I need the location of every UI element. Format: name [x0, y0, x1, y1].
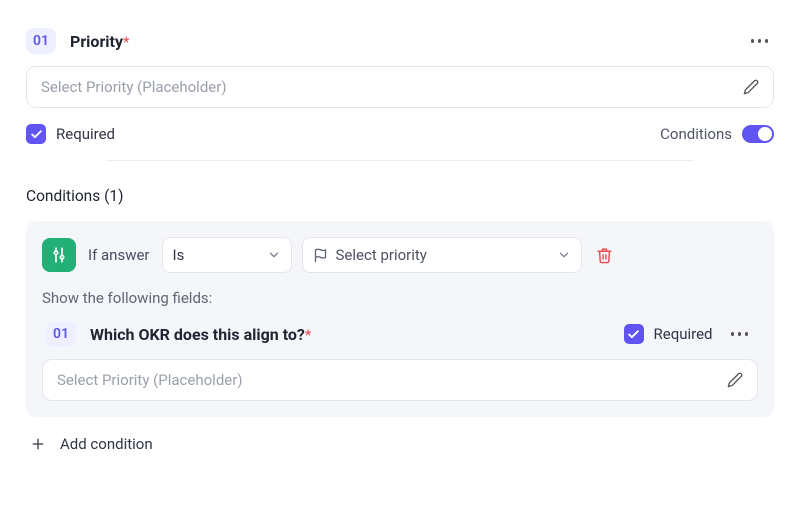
edit-icon[interactable]	[743, 79, 759, 95]
child-field-menu-button[interactable]	[725, 326, 755, 342]
divider	[106, 160, 694, 161]
child-field-title-text: Which OKR does this align to?	[90, 325, 305, 344]
chevron-down-icon	[267, 248, 281, 262]
child-priority-placeholder: Select Priority (Placeholder)	[57, 371, 243, 389]
add-condition-label: Add condition	[60, 435, 153, 453]
required-asterisk: *	[305, 326, 311, 344]
child-required-checkbox-row[interactable]: Required	[624, 324, 713, 344]
delete-condition-button[interactable]	[596, 247, 613, 264]
flag-icon	[313, 248, 328, 263]
condition-value-select[interactable]: Select priority	[302, 237, 582, 273]
edit-icon[interactable]	[727, 372, 743, 388]
priority-select-input[interactable]: Select Priority (Placeholder)	[26, 66, 774, 108]
operator-value: Is	[173, 246, 185, 264]
conditions-container: If answer Is Select priority	[26, 221, 774, 417]
add-condition-button[interactable]: Add condition	[26, 417, 774, 453]
conditions-toggle[interactable]	[742, 125, 774, 143]
operator-select[interactable]: Is	[162, 237, 292, 273]
child-required-checkbox[interactable]	[624, 324, 644, 344]
required-checkbox-row[interactable]: Required	[26, 124, 115, 144]
field-menu-button[interactable]	[745, 33, 775, 49]
chevron-down-icon	[557, 248, 571, 262]
child-field-number-badge: 01	[46, 321, 76, 347]
plus-icon	[30, 436, 46, 452]
field-number-badge: 01	[26, 28, 56, 54]
if-answer-label: If answer	[88, 246, 150, 264]
priority-placeholder: Select Priority (Placeholder)	[41, 78, 227, 96]
field-title-text: Priority	[70, 32, 123, 51]
field-title: Priority*	[70, 32, 129, 51]
required-asterisk: *	[123, 33, 129, 51]
condition-value-placeholder: Select priority	[336, 246, 427, 264]
required-checkbox[interactable]	[26, 124, 46, 144]
conditions-section-title: Conditions (1)	[26, 187, 774, 205]
child-priority-select-input[interactable]: Select Priority (Placeholder)	[42, 359, 758, 401]
child-field-title: Which OKR does this align to?*	[90, 325, 311, 344]
conditions-toggle-label: Conditions	[660, 125, 732, 143]
condition-icon	[42, 238, 76, 272]
child-required-label: Required	[654, 325, 713, 343]
required-label: Required	[56, 125, 115, 143]
show-fields-label: Show the following fields:	[42, 289, 758, 307]
